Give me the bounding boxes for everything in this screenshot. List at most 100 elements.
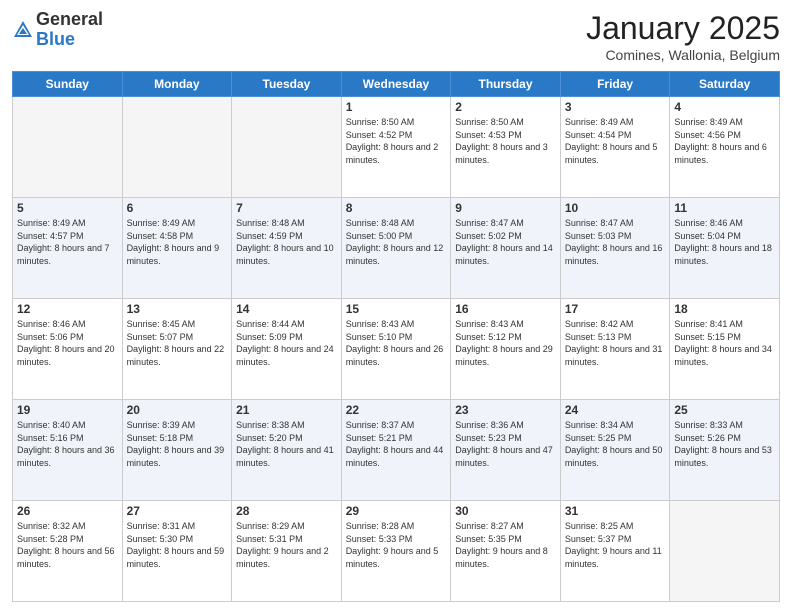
day-info: Sunrise: 8:49 AMSunset: 4:57 PMDaylight:… xyxy=(17,217,118,267)
day-number: 16 xyxy=(455,302,556,316)
logo: General Blue xyxy=(12,10,103,50)
day-number: 9 xyxy=(455,201,556,215)
day-number: 7 xyxy=(236,201,337,215)
calendar-cell: 26Sunrise: 8:32 AMSunset: 5:28 PMDayligh… xyxy=(13,501,123,602)
day-number: 18 xyxy=(674,302,775,316)
calendar-cell: 30 Sunrise: 8:27 AMSunset: 5:35 PMDayligh… xyxy=(451,501,561,602)
calendar-cell: 25Sunrise: 8:33 AMSunset: 5:26 PMDayligh… xyxy=(670,400,780,501)
calendar: SundayMondayTuesdayWednesdayThursdayFrid… xyxy=(12,71,780,602)
day-info: Sunrise: 8:43 AMSunset: 5:12 PMDaylight:… xyxy=(455,318,556,368)
day-info: Sunrise: 8:25 AMSunset: 5:37 PMDaylight:… xyxy=(565,520,666,570)
calendar-cell: 27 Sunrise: 8:31 AMSunset: 5:30 PMDayligh… xyxy=(122,501,232,602)
day-info: Sunrise: 8:47 AMSunset: 5:03 PMDaylight:… xyxy=(565,217,666,267)
day-number: 1 xyxy=(346,100,447,114)
calendar-cell: 15 Sunrise: 8:43 AMSunset: 5:10 PMDayligh… xyxy=(341,299,451,400)
day-number: 17 xyxy=(565,302,666,316)
day-number: 19 xyxy=(17,403,118,417)
day-number: 23 xyxy=(455,403,556,417)
calendar-day-header: Thursday xyxy=(451,72,561,97)
day-info: Sunrise: 8:47 AMSunset: 5:02 PMDaylight:… xyxy=(455,217,556,267)
month-title: January 2025 xyxy=(586,10,780,47)
day-info: Sunrise: 8:45 AMSunset: 5:07 PMDaylight:… xyxy=(127,318,228,368)
calendar-cell: 31 Sunrise: 8:25 AMSunset: 5:37 PMDayligh… xyxy=(560,501,670,602)
day-number: 14 xyxy=(236,302,337,316)
day-number: 10 xyxy=(565,201,666,215)
page: General Blue January 2025 Comines, Wallo… xyxy=(0,0,792,612)
calendar-header-row: SundayMondayTuesdayWednesdayThursdayFrid… xyxy=(13,72,780,97)
calendar-cell: 21 Sunrise: 8:38 AMSunset: 5:20 PMDayligh… xyxy=(232,400,342,501)
logo-icon xyxy=(12,19,34,41)
calendar-cell: 29 Sunrise: 8:28 AMSunset: 5:33 PMDayligh… xyxy=(341,501,451,602)
calendar-cell: 8Sunrise: 8:48 AMSunset: 5:00 PMDaylight… xyxy=(341,198,451,299)
calendar-week-row: 1Sunrise: 8:50 AMSunset: 4:52 PMDaylight… xyxy=(13,97,780,198)
calendar-cell: 14 Sunrise: 8:44 AMSunset: 5:09 PMDayligh… xyxy=(232,299,342,400)
day-number: 12 xyxy=(17,302,118,316)
calendar-cell: 19Sunrise: 8:40 AMSunset: 5:16 PMDayligh… xyxy=(13,400,123,501)
day-info: Sunrise: 8:29 AMSunset: 5:31 PMDaylight:… xyxy=(236,520,337,570)
day-number: 27 xyxy=(127,504,228,518)
calendar-cell: 2 Sunrise: 8:50 AMSunset: 4:53 PMDaylight… xyxy=(451,97,561,198)
day-info: Sunrise: 8:50 AMSunset: 4:53 PMDaylight:… xyxy=(455,116,556,166)
day-number: 2 xyxy=(455,100,556,114)
day-info: Sunrise: 8:31 AMSunset: 5:30 PMDaylight:… xyxy=(127,520,228,570)
day-info: Sunrise: 8:38 AMSunset: 5:20 PMDaylight:… xyxy=(236,419,337,469)
day-info: Sunrise: 8:43 AMSunset: 5:10 PMDaylight:… xyxy=(346,318,447,368)
calendar-day-header: Saturday xyxy=(670,72,780,97)
title-block: January 2025 Comines, Wallonia, Belgium xyxy=(586,10,780,63)
day-info: Sunrise: 8:48 AMSunset: 5:00 PMDaylight:… xyxy=(346,217,447,267)
calendar-cell: 20Sunrise: 8:39 AMSunset: 5:18 PMDayligh… xyxy=(122,400,232,501)
calendar-day-header: Friday xyxy=(560,72,670,97)
day-info: Sunrise: 8:48 AMSunset: 4:59 PMDaylight:… xyxy=(236,217,337,267)
calendar-day-header: Sunday xyxy=(13,72,123,97)
day-info: Sunrise: 8:49 AMSunset: 4:58 PMDaylight:… xyxy=(127,217,228,267)
calendar-week-row: 12Sunrise: 8:46 AMSunset: 5:06 PMDayligh… xyxy=(13,299,780,400)
day-info: Sunrise: 8:44 AMSunset: 5:09 PMDaylight:… xyxy=(236,318,337,368)
day-info: Sunrise: 8:41 AMSunset: 5:15 PMDaylight:… xyxy=(674,318,775,368)
calendar-cell: 17 Sunrise: 8:42 AMSunset: 5:13 PMDayligh… xyxy=(560,299,670,400)
calendar-cell: 16 Sunrise: 8:43 AMSunset: 5:12 PMDayligh… xyxy=(451,299,561,400)
calendar-week-row: 5 Sunrise: 8:49 AMSunset: 4:57 PMDaylight… xyxy=(13,198,780,299)
day-info: Sunrise: 8:46 AMSunset: 5:04 PMDaylight:… xyxy=(674,217,775,267)
calendar-week-row: 26Sunrise: 8:32 AMSunset: 5:28 PMDayligh… xyxy=(13,501,780,602)
day-number: 11 xyxy=(674,201,775,215)
day-number: 5 xyxy=(17,201,118,215)
day-number: 6 xyxy=(127,201,228,215)
day-number: 4 xyxy=(674,100,775,114)
day-number: 3 xyxy=(565,100,666,114)
logo-blue-text: Blue xyxy=(36,29,75,49)
day-number: 31 xyxy=(565,504,666,518)
day-number: 20 xyxy=(127,403,228,417)
calendar-day-header: Monday xyxy=(122,72,232,97)
calendar-cell: 22Sunrise: 8:37 AMSunset: 5:21 PMDayligh… xyxy=(341,400,451,501)
day-info: Sunrise: 8:27 AMSunset: 5:35 PMDaylight:… xyxy=(455,520,556,570)
calendar-cell: 6 Sunrise: 8:49 AMSunset: 4:58 PMDaylight… xyxy=(122,198,232,299)
day-info: Sunrise: 8:42 AMSunset: 5:13 PMDaylight:… xyxy=(565,318,666,368)
day-number: 29 xyxy=(346,504,447,518)
day-info: Sunrise: 8:49 AMSunset: 4:56 PMDaylight:… xyxy=(674,116,775,166)
calendar-cell: 24Sunrise: 8:34 AMSunset: 5:25 PMDayligh… xyxy=(560,400,670,501)
header: General Blue January 2025 Comines, Wallo… xyxy=(12,10,780,63)
calendar-cell: 18 Sunrise: 8:41 AMSunset: 5:15 PMDayligh… xyxy=(670,299,780,400)
day-number: 30 xyxy=(455,504,556,518)
calendar-day-header: Tuesday xyxy=(232,72,342,97)
calendar-week-row: 19Sunrise: 8:40 AMSunset: 5:16 PMDayligh… xyxy=(13,400,780,501)
day-info: Sunrise: 8:32 AMSunset: 5:28 PMDaylight:… xyxy=(17,520,118,570)
day-number: 24 xyxy=(565,403,666,417)
calendar-cell: 4 Sunrise: 8:49 AMSunset: 4:56 PMDaylight… xyxy=(670,97,780,198)
day-info: Sunrise: 8:36 AMSunset: 5:23 PMDaylight:… xyxy=(455,419,556,469)
calendar-cell: 3 Sunrise: 8:49 AMSunset: 4:54 PMDaylight… xyxy=(560,97,670,198)
calendar-cell xyxy=(13,97,123,198)
calendar-cell: 23 Sunrise: 8:36 AMSunset: 5:23 PMDayligh… xyxy=(451,400,561,501)
calendar-cell xyxy=(670,501,780,602)
calendar-cell: 10 Sunrise: 8:47 AMSunset: 5:03 PMDayligh… xyxy=(560,198,670,299)
day-info: Sunrise: 8:28 AMSunset: 5:33 PMDaylight:… xyxy=(346,520,447,570)
day-info: Sunrise: 8:49 AMSunset: 4:54 PMDaylight:… xyxy=(565,116,666,166)
day-info: Sunrise: 8:33 AMSunset: 5:26 PMDaylight:… xyxy=(674,419,775,469)
day-number: 28 xyxy=(236,504,337,518)
calendar-cell: 12Sunrise: 8:46 AMSunset: 5:06 PMDayligh… xyxy=(13,299,123,400)
day-number: 15 xyxy=(346,302,447,316)
calendar-cell: 11 Sunrise: 8:46 AMSunset: 5:04 PMDayligh… xyxy=(670,198,780,299)
calendar-cell: 1Sunrise: 8:50 AMSunset: 4:52 PMDaylight… xyxy=(341,97,451,198)
day-number: 21 xyxy=(236,403,337,417)
subtitle: Comines, Wallonia, Belgium xyxy=(586,47,780,63)
